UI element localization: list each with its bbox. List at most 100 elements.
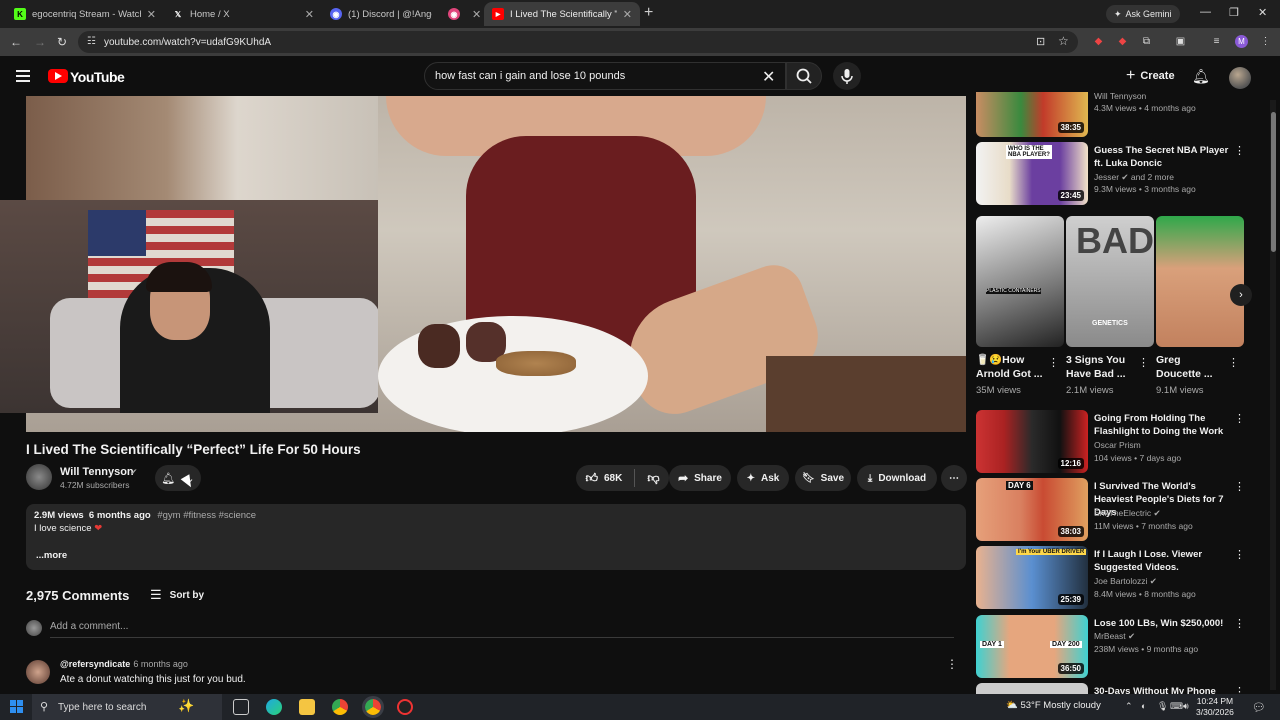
more-options-icon[interactable]: ⋮ <box>1234 617 1245 630</box>
sidebar-video-title[interactable]: Lose 100 LBs, Win $250,000! <box>1094 617 1230 630</box>
volume-icon[interactable]: 🔊︎ <box>1183 701 1189 712</box>
windows-start-icon[interactable] <box>10 700 23 713</box>
hamburger-menu-icon[interactable] <box>16 70 30 82</box>
video-thumbnail[interactable]: I'm Your UBER DRIVER 25:39 <box>976 546 1088 609</box>
short-thumbnail[interactable] <box>1156 216 1244 347</box>
sidebar-channel[interactable]: Joe Bartolozzi ✔ <box>1094 576 1157 587</box>
subscribed-notifications-button[interactable]: 🔔︎ ⌄ <box>155 465 201 491</box>
sidebar-video-item[interactable]: WHO IS THE NBA PLAYER? 23:45 Guess The Se… <box>976 142 1246 208</box>
more-options-icon[interactable]: ⋮ <box>1138 356 1149 369</box>
account-avatar[interactable] <box>1229 67 1251 89</box>
channel-name[interactable]: Jesser <box>1094 172 1119 182</box>
comment-avatar[interactable] <box>26 660 50 684</box>
youtube-logo-icon[interactable] <box>48 69 68 83</box>
more-options-icon[interactable]: ⋮ <box>1234 548 1245 561</box>
clear-search-icon[interactable]: ✕ <box>762 67 775 87</box>
extension-icon[interactable]: ◆ <box>1092 35 1105 48</box>
short-title[interactable]: 3 Signs You Have Bad ... <box>1066 353 1138 381</box>
profile-avatar[interactable]: M <box>1235 35 1248 48</box>
sidebar-video-item[interactable]: DAY 6 38:03 I Survived The World's Heavie… <box>976 478 1246 542</box>
channel-name[interactable]: ErikTheElectric <box>1094 508 1151 518</box>
channel-name[interactable]: Will Tennyson <box>60 466 134 478</box>
sidebar-video-title[interactable]: If I Laugh I Lose. Viewer Suggested Vide… <box>1094 548 1230 574</box>
sidebar-channel[interactable]: ErikTheElectric ✔ <box>1094 508 1161 519</box>
kebab-menu-icon[interactable]: ⋮ <box>1259 35 1272 48</box>
video-thumbnail[interactable] <box>976 683 1088 694</box>
more-options-icon[interactable]: ⋮ <box>1048 356 1059 369</box>
chrome-icon[interactable] <box>332 699 348 715</box>
address-bar[interactable]: ☷ youtube.com/watch?v=udafG9KUhdA ⊡ ☆ <box>78 31 1078 53</box>
close-icon[interactable]: ✕ <box>305 8 314 21</box>
tab-kick[interactable]: K egocentriq Stream - Watch Live ✕ <box>6 2 164 26</box>
sidebar-channel[interactable]: MrBeast ✔ <box>1094 631 1135 642</box>
channel-avatar[interactable] <box>26 464 52 490</box>
video-thumbnail[interactable]: 12:16 <box>976 410 1088 473</box>
comment-author[interactable]: @refersyndicate 6 months ago <box>60 659 188 669</box>
video-thumbnail[interactable]: WHO IS THE NBA PLAYER? 23:45 <box>976 142 1088 205</box>
network-icon[interactable]: ⌨ <box>1170 701 1183 712</box>
download-button[interactable]: ⤓ Download <box>857 465 937 491</box>
tab-pinned[interactable]: ◉ ✕ <box>440 2 482 26</box>
ask-button[interactable]: ✦ Ask <box>737 465 789 491</box>
forward-button[interactable]: → <box>34 35 46 49</box>
shorts-next-button[interactable]: › <box>1230 284 1252 306</box>
short-thumbnail[interactable]: BAD GENETICS <box>1066 216 1154 347</box>
sidepanel-icon[interactable]: ▣ <box>1174 35 1187 48</box>
sidebar-video-item[interactable]: 12:16 Going From Holding The Flashlight … <box>976 410 1246 474</box>
extension-icon[interactable]: ◆ <box>1116 35 1129 48</box>
notification-center-icon[interactable]: 💬︎ <box>1252 701 1266 714</box>
show-more-link[interactable]: ...more <box>36 550 67 561</box>
voice-search-button[interactable] <box>833 62 861 90</box>
sidebar-channel[interactable]: Oscar Prism <box>1094 440 1141 450</box>
video-thumbnail[interactable]: DAY 1 DAY 200 36:50 <box>976 615 1088 678</box>
sidebar-channel[interactable]: Jesser ✔ and 2 more <box>1094 172 1174 183</box>
sidebar-video-item[interactable]: 38:35 Will Tennyson 4.3M views • 4 month… <box>976 91 1246 138</box>
comment-menu-icon[interactable]: ⋮ <box>946 657 958 671</box>
add-comment-input[interactable]: Add a comment... <box>50 621 128 632</box>
taskbar-search-input[interactable]: ⚲ Type here to search ✨ <box>32 694 222 720</box>
tab-x[interactable]: 𝕏 Home / X ✕ <box>164 2 322 26</box>
dislike-button[interactable]: 👎︎ <box>647 471 659 486</box>
system-clock[interactable]: 10:24 PM 3/30/2026 <box>1196 696 1234 718</box>
close-window-button[interactable]: ✕ <box>1258 6 1267 19</box>
short-title[interactable]: Greg Doucette ... <box>1156 353 1228 381</box>
more-actions-button[interactable]: ⋯ <box>941 465 967 491</box>
sidebar-video-item[interactable]: I'm Your UBER DRIVER 25:39 If I Laugh I L… <box>976 546 1246 610</box>
obs-icon[interactable] <box>397 699 413 715</box>
tab-discord[interactable]: ◉ (1) Discord | @!Angel <box>322 2 440 26</box>
like-button[interactable]: 👍︎ 68K <box>585 471 622 486</box>
microphone-tray-icon[interactable]: 🎙︎ <box>1157 701 1168 712</box>
extensions-puzzle-icon[interactable]: ⧉ <box>1140 35 1153 48</box>
bookmark-star-icon[interactable]: ☆ <box>1058 34 1069 48</box>
more-options-icon[interactable]: ⋮ <box>1228 356 1239 369</box>
ask-gemini-button[interactable]: ✦ Ask Gemini <box>1106 5 1180 23</box>
more-options-icon[interactable]: ⋮ <box>1234 412 1245 425</box>
edge-browser-icon[interactable] <box>266 699 282 715</box>
file-explorer-icon[interactable] <box>299 699 315 715</box>
close-icon[interactable]: ✕ <box>623 8 632 21</box>
restore-button[interactable]: ❐ <box>1229 6 1239 19</box>
reload-button[interactable]: ↻ <box>57 35 67 49</box>
new-tab-button[interactable]: + <box>644 4 653 22</box>
task-view-icon[interactable] <box>233 699 249 715</box>
sidebar-video-item[interactable]: DAY 1 DAY 200 36:50 Lose 100 LBs, Win $2… <box>976 615 1246 679</box>
back-button[interactable]: ← <box>10 35 22 49</box>
youtube-wordmark[interactable]: YouTube <box>70 69 125 85</box>
share-button[interactable]: ➦ Share <box>669 465 731 491</box>
more-options-icon[interactable]: ⋮ <box>1234 144 1245 157</box>
video-thumbnail[interactable]: DAY 6 38:03 <box>976 478 1088 541</box>
tray-app-icon[interactable]: ◐ <box>1141 701 1146 711</box>
more-options-icon[interactable]: ⋮ <box>1234 685 1245 694</box>
scrollbar-thumb[interactable] <box>1271 112 1276 252</box>
weather-widget[interactable]: ⛅ 53°F Mostly cloudy <box>1006 700 1101 711</box>
close-icon[interactable]: ✕ <box>472 8 481 21</box>
channel-name[interactable]: MrBeast <box>1094 631 1126 641</box>
site-info-icon[interactable]: ☷ <box>87 36 96 47</box>
sidebar-video-title[interactable]: Going From Holding The Flashlight to Doi… <box>1094 412 1230 438</box>
channel-name[interactable]: Joe Bartolozzi <box>1094 576 1147 586</box>
short-thumbnail[interactable]: PLASTIC CONTAINERS <box>976 216 1064 347</box>
tab-youtube-active[interactable]: ▶ I Lived The Scientifically "Perfect" ✕ <box>484 2 640 26</box>
tray-chevron-icon[interactable]: ⌃ <box>1125 701 1133 712</box>
save-button[interactable]: 🔖︎ Save <box>795 465 851 491</box>
install-app-icon[interactable]: ⊡ <box>1036 35 1045 48</box>
